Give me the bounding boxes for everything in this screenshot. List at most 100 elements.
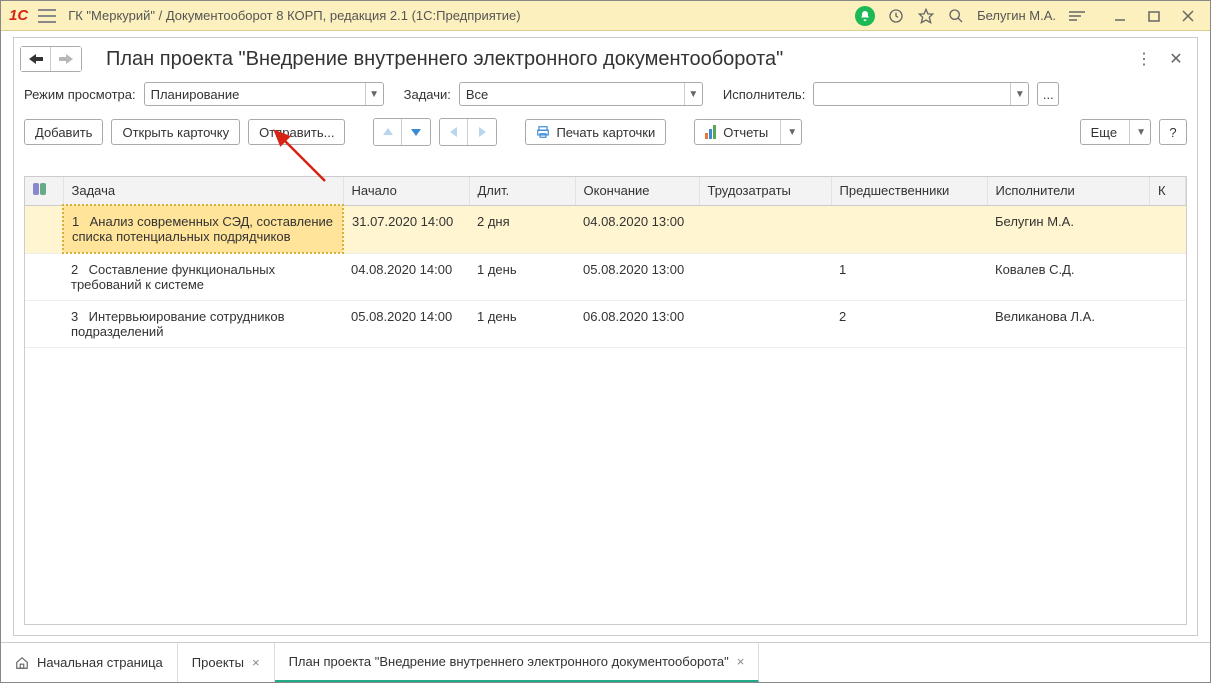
col-start-header[interactable]: Начало: [343, 177, 469, 205]
chevron-down-icon[interactable]: ▼: [684, 83, 702, 105]
window-close-icon[interactable]: [1174, 6, 1202, 26]
chevron-down-icon[interactable]: ▼: [365, 83, 383, 105]
page-frame: План проекта "Внедрение внутреннего элек…: [13, 37, 1198, 636]
cell-task: 3 Интервьюирование сотрудников подраздел…: [63, 301, 343, 348]
notifications-icon[interactable]: [855, 6, 875, 26]
tab-projects[interactable]: Проекты ×: [178, 643, 275, 682]
chevron-down-icon[interactable]: ▼: [1010, 83, 1028, 105]
tasks-value: Все: [460, 87, 684, 102]
move-left-button[interactable]: [440, 119, 468, 145]
cell-predecessors: [831, 205, 987, 253]
cell-start: 04.08.2020 14:00: [343, 253, 469, 301]
move-right-button[interactable]: [468, 119, 496, 145]
cell-start: 05.08.2020 14:00: [343, 301, 469, 348]
nav-forward-button[interactable]: [51, 47, 81, 71]
tab-plan-label: План проекта "Внедрение внутреннего элек…: [289, 654, 729, 669]
col-predecessors-header[interactable]: Предшественники: [831, 177, 987, 205]
chevron-down-icon: ▼: [1129, 120, 1146, 144]
menu-burger-icon[interactable]: [38, 9, 56, 23]
cell-executors: Ковалев С.Д.: [987, 253, 1150, 301]
cell-icon: [25, 253, 63, 301]
user-menu[interactable]: Белугин М.А.: [977, 8, 1056, 23]
executor-select[interactable]: ▼: [813, 82, 1029, 106]
page-title: План проекта "Внедрение внутреннего элек…: [106, 48, 1135, 71]
cell-icon: [25, 205, 63, 253]
tab-plan[interactable]: План проекта "Внедрение внутреннего элек…: [275, 643, 760, 682]
window-minimize-icon[interactable]: [1106, 6, 1134, 26]
settings-lines-icon[interactable]: [1068, 7, 1086, 25]
page-close-icon[interactable]: ✕: [1167, 50, 1185, 68]
more-label: Еще: [1091, 125, 1117, 140]
open-card-label: Открыть карточку: [122, 125, 229, 140]
col-k-header[interactable]: К: [1150, 177, 1186, 205]
col-effort-header[interactable]: Трудозатраты: [699, 177, 831, 205]
cell-icon: [25, 301, 63, 348]
cell-k: [1150, 205, 1186, 253]
print-card-label: Печать карточки: [556, 125, 655, 140]
search-icon[interactable]: [947, 7, 965, 25]
table-row[interactable]: 1 Анализ современных СЭД, составление сп…: [25, 205, 1186, 253]
cell-effort: [699, 205, 831, 253]
view-mode-select[interactable]: Планирование ▼: [144, 82, 384, 106]
cell-predecessors: 1: [831, 253, 987, 301]
send-button[interactable]: Отправить...: [248, 119, 345, 145]
executor-label: Исполнитель:: [723, 87, 805, 102]
cell-start: 31.07.2020 14:00: [343, 205, 469, 253]
more-button[interactable]: Еще ▼: [1080, 119, 1151, 145]
nav-back-button[interactable]: [21, 47, 51, 71]
print-card-button[interactable]: Печать карточки: [525, 119, 666, 145]
table-header-row: Задача Начало Длит. Окончание Трудозатра…: [25, 177, 1186, 205]
tab-home-label: Начальная страница: [37, 655, 163, 670]
username-label: Белугин М.А.: [977, 8, 1056, 23]
report-chart-icon: [705, 125, 717, 139]
col-end-header[interactable]: Окончание: [575, 177, 699, 205]
help-button[interactable]: ?: [1159, 119, 1187, 145]
cell-task: 2 Составление функциональных требований …: [63, 253, 343, 301]
nav-back-forward: [20, 46, 82, 72]
open-card-button[interactable]: Открыть карточку: [111, 119, 240, 145]
favorite-star-icon[interactable]: [917, 7, 935, 25]
move-down-button[interactable]: [402, 119, 430, 145]
tasks-select[interactable]: Все ▼: [459, 82, 703, 106]
people-icon: [33, 183, 46, 195]
add-button-label: Добавить: [35, 125, 92, 140]
cell-executors: Белугин М.А.: [987, 205, 1150, 253]
add-button[interactable]: Добавить: [24, 119, 103, 145]
tab-projects-label: Проекты: [192, 655, 244, 670]
move-leftright-group: [439, 118, 497, 146]
table-row[interactable]: 3 Интервьюирование сотрудников подраздел…: [25, 301, 1186, 348]
history-icon[interactable]: [887, 7, 905, 25]
reports-button[interactable]: Отчеты ▼: [694, 119, 802, 145]
cell-end: 04.08.2020 13:00: [575, 205, 699, 253]
col-icon-header[interactable]: [25, 177, 63, 205]
titlebar-icons: Белугин М.А.: [855, 6, 1202, 26]
tab-home[interactable]: Начальная страница: [1, 643, 178, 682]
window-maximize-icon[interactable]: [1140, 6, 1168, 26]
col-executors-header[interactable]: Исполнители: [987, 177, 1150, 205]
chevron-down-icon: ▼: [780, 120, 797, 144]
col-task-header[interactable]: Задача: [63, 177, 343, 205]
home-icon: [15, 656, 29, 670]
tab-close-icon[interactable]: ×: [252, 655, 260, 670]
table-row[interactable]: 2 Составление функциональных требований …: [25, 253, 1186, 301]
cell-duration: 1 день: [469, 253, 575, 301]
page-more-icon[interactable]: ⋮: [1135, 50, 1153, 68]
tab-close-icon[interactable]: ×: [737, 654, 745, 669]
table-body: 1 Анализ современных СЭД, составление сп…: [25, 205, 1186, 348]
printer-icon: [536, 125, 550, 139]
title-bar: 1C ГК "Меркурий" / Документооборот 8 КОР…: [1, 1, 1210, 31]
toolbar: Добавить Открыть карточку Отправить... П…: [14, 110, 1197, 154]
cell-effort: [699, 301, 831, 348]
executor-picker-button[interactable]: [1037, 82, 1059, 106]
app-logo-1c: 1C: [9, 7, 28, 24]
cell-end: 06.08.2020 13:00: [575, 301, 699, 348]
tasks-label: Задачи:: [404, 87, 451, 102]
tasks-table: Задача Начало Длит. Окончание Трудозатра…: [24, 176, 1187, 625]
cell-predecessors: 2: [831, 301, 987, 348]
cell-effort: [699, 253, 831, 301]
page-header: План проекта "Внедрение внутреннего элек…: [14, 38, 1197, 78]
col-duration-header[interactable]: Длит.: [469, 177, 575, 205]
view-mode-value: Планирование: [145, 87, 365, 102]
cell-duration: 2 дня: [469, 205, 575, 253]
move-up-button[interactable]: [374, 119, 402, 145]
